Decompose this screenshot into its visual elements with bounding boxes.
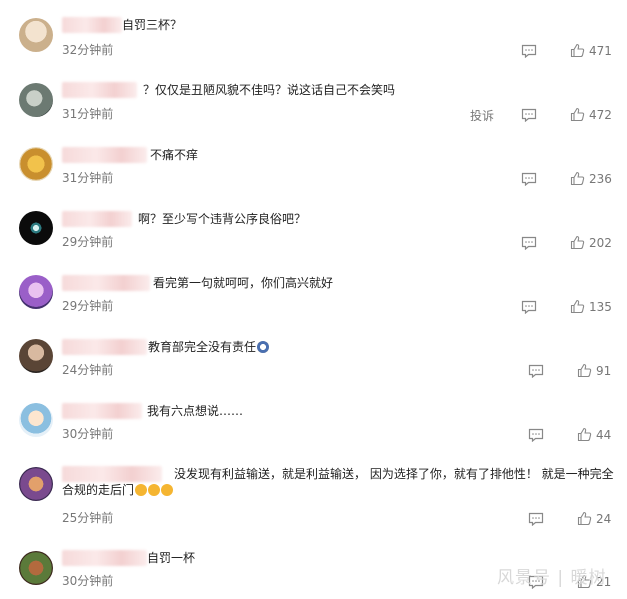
username-blurred[interactable] (62, 82, 137, 98)
comment-text: 我有六点想说…… (147, 404, 244, 418)
comment-time: 29分钟前 (62, 235, 114, 249)
avatar[interactable] (19, 403, 53, 437)
reply-icon[interactable] (521, 108, 537, 122)
like-button[interactable]: 471 (570, 43, 612, 59)
like-button[interactable]: 472 (570, 107, 612, 123)
avatar[interactable] (19, 83, 53, 117)
clap-emoji-icon (148, 484, 161, 496)
thumbs-up-icon (570, 43, 585, 58)
avatar[interactable] (19, 339, 53, 373)
like-button[interactable]: 91 (577, 363, 611, 379)
thumbs-up-icon (570, 107, 585, 122)
comment-text: 没发现有利益输送，就是利益输送， 因为选择了你，就有了排他性！ 就是一种完全合规… (62, 466, 620, 498)
comment-time: 30分钟前 (62, 574, 114, 588)
avatar[interactable] (19, 275, 53, 309)
thumbs-up-icon (570, 299, 585, 314)
comment-time: 32分钟前 (62, 43, 114, 57)
username-blurred[interactable] (62, 275, 150, 291)
like-button[interactable]: 202 (570, 235, 612, 251)
comment-text-body: 教育部完全没有责任 (148, 340, 257, 354)
comment-time: 31分钟前 (62, 171, 114, 185)
like-count: 236 (589, 172, 612, 186)
comment-time: 30分钟前 (62, 427, 114, 441)
clap-emoji-icon (135, 484, 148, 496)
avatar[interactable] (19, 211, 53, 245)
watermark: 风景号 | 暖树 (497, 568, 607, 588)
comment-text: 不痛不痒 (150, 148, 199, 162)
thumbs-up-icon (570, 171, 585, 186)
thumbs-up-icon (577, 511, 592, 526)
comment-time: 25分钟前 (62, 511, 114, 525)
thumbs-up-icon (577, 427, 592, 442)
comment-text: 自罚一杯 (147, 551, 196, 565)
comment-time: 24分钟前 (62, 363, 114, 377)
like-count: 135 (589, 300, 612, 314)
username-blurred[interactable] (62, 403, 142, 419)
comment-time: 29分钟前 (62, 299, 114, 313)
like-button[interactable]: 44 (577, 427, 611, 443)
reply-icon[interactable] (528, 512, 544, 526)
username-blurred[interactable] (62, 550, 147, 566)
comment-text: 自罚三杯？ (122, 18, 183, 32)
username-blurred[interactable] (62, 17, 122, 33)
like-button[interactable]: 24 (577, 511, 611, 527)
username-blurred[interactable] (62, 339, 147, 355)
like-count: 471 (589, 44, 612, 58)
emoji-icon (257, 341, 270, 353)
like-button[interactable]: 135 (570, 299, 612, 315)
reply-icon[interactable] (528, 364, 544, 378)
reply-icon[interactable] (521, 236, 537, 250)
comment-time: 31分钟前 (62, 107, 114, 121)
comment-text: 看完第一句就呵呵，你们高兴就好 (153, 276, 334, 290)
like-count: 44 (596, 428, 612, 442)
thumbs-up-icon (577, 363, 592, 378)
avatar[interactable] (19, 18, 53, 52)
like-count: 91 (596, 364, 612, 378)
reply-icon[interactable] (521, 44, 537, 58)
comment-text: 教育部完全没有责任 (148, 339, 270, 355)
comment-text: 啊？至少写个违背公序良俗吧？ (138, 212, 307, 226)
like-count: 202 (589, 236, 612, 250)
reply-icon[interactable] (528, 428, 544, 442)
avatar[interactable] (19, 147, 53, 181)
clap-emoji-icon (161, 484, 174, 496)
reply-icon[interactable] (521, 172, 537, 186)
report-button[interactable]: 投诉 (470, 108, 494, 124)
like-button[interactable]: 236 (570, 171, 612, 187)
like-count: 24 (596, 512, 612, 526)
avatar[interactable] (19, 467, 53, 501)
thumbs-up-icon (570, 235, 585, 250)
username-blurred[interactable] (62, 147, 147, 163)
avatar[interactable] (19, 551, 53, 585)
username-blurred[interactable] (62, 211, 132, 227)
comment-text: ？仅仅是丑陋风貌不佳吗？说这话自己不会笑吗 (143, 83, 396, 97)
like-count: 472 (589, 108, 612, 122)
reply-icon[interactable] (521, 300, 537, 314)
